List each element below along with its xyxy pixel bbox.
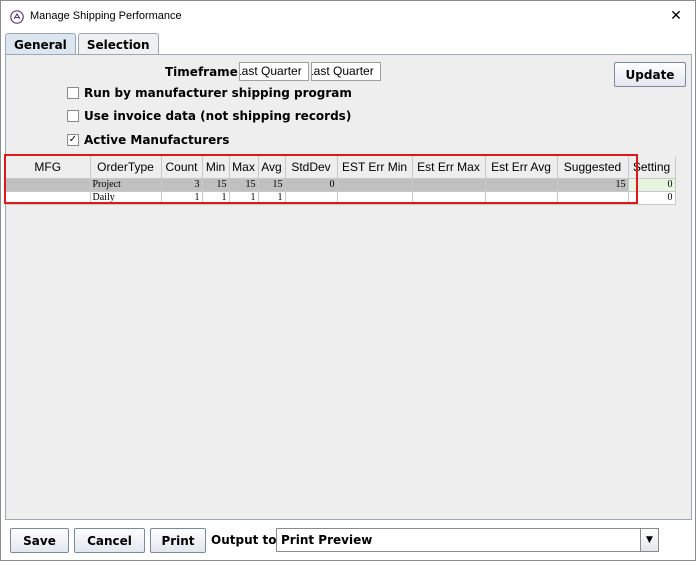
cell-mfg[interactable] [6,191,91,205]
checkbox[interactable] [67,110,79,122]
column-header-ordertype[interactable]: OrderType [90,156,162,179]
app-logo-icon [10,10,24,24]
cell-setting[interactable]: 0 [628,191,676,205]
column-header-mfg[interactable]: MFG [6,156,91,179]
cell-min[interactable]: 1 [202,191,230,205]
cell-est-err-min[interactable] [337,178,413,192]
column-header-suggested[interactable]: Suggested [557,156,629,179]
print-button[interactable]: Print [150,528,206,553]
column-header-est-err-avg[interactable]: Est Err Avg [485,156,558,179]
timeframe-end-field[interactable]: Last Quarter [311,62,381,81]
table-row[interactable]: Project 3 15 15 15 0 15 0 [6,178,676,192]
column-header-est-err-max[interactable]: Est Err Max [412,156,486,179]
option-run-by-mfg-program[interactable]: Run by manufacturer shipping program [67,84,352,102]
cell-stddev[interactable]: 0 [285,178,338,192]
update-button[interactable]: Update [614,62,686,87]
output-select-value: Print Preview [281,533,373,547]
cell-ordertype[interactable]: Project [90,178,162,192]
cell-mfg[interactable] [6,178,91,192]
window-title: Manage Shipping Performance [30,10,182,22]
column-header-avg[interactable]: Avg [258,156,286,179]
option-active-manufacturers[interactable]: ✓ Active Manufacturers [67,131,229,149]
cell-max[interactable]: 15 [229,178,259,192]
title-bar: Manage Shipping Performance ✕ [1,1,695,32]
cell-est-err-avg[interactable] [485,191,558,205]
cell-avg[interactable]: 15 [258,178,286,192]
option-use-invoice-data[interactable]: Use invoice data (not shipping records) [67,107,351,125]
bottom-toolbar: Save Cancel Print Output to: Print Previ… [1,521,695,561]
cell-est-err-max[interactable] [412,191,486,205]
checkbox[interactable] [67,87,79,99]
close-button[interactable]: ✕ [663,4,689,28]
cell-count[interactable]: 3 [161,178,203,192]
cell-min[interactable]: 15 [202,178,230,192]
cell-est-err-min[interactable] [337,191,413,205]
option-label: Run by manufacturer shipping program [84,86,352,100]
general-panel: Timeframe: Last Quarter Last Quarter Upd… [5,54,692,520]
cell-est-err-avg[interactable] [485,178,558,192]
cell-suggested[interactable]: 15 [557,178,629,192]
cell-max[interactable]: 1 [229,191,259,205]
checkbox-checked[interactable]: ✓ [67,134,79,146]
cell-avg[interactable]: 1 [258,191,286,205]
cell-suggested[interactable] [557,191,629,205]
option-label: Use invoice data (not shipping records) [84,109,352,123]
cell-count[interactable]: 1 [161,191,203,205]
timeframe-start-field[interactable]: Last Quarter [239,62,309,81]
option-label: Active Manufacturers [84,133,230,147]
cancel-button[interactable]: Cancel [74,528,145,553]
grid-header-row: MFG OrderType Count Min Max Avg StdDev E… [6,156,676,179]
column-header-est-err-min[interactable]: EST Err Min [337,156,413,179]
save-button[interactable]: Save [10,528,69,553]
column-header-count[interactable]: Count [161,156,203,179]
chevron-down-icon[interactable]: ▼ [640,529,658,551]
tab-general[interactable]: General [5,33,76,55]
column-header-setting[interactable]: Setting [628,156,676,179]
cell-setting[interactable]: 0 [628,178,676,192]
cell-est-err-max[interactable] [412,178,486,192]
cell-ordertype[interactable]: Daily [90,191,162,205]
dialog-window: Manage Shipping Performance ✕ General Se… [0,0,696,561]
column-header-max[interactable]: Max [229,156,259,179]
column-header-stddev[interactable]: StdDev [285,156,338,179]
timeframe-label: Timeframe: [165,65,243,79]
output-select[interactable]: Print Preview ▼ [276,528,659,552]
tab-bar: General Selection [5,33,161,55]
performance-grid: MFG OrderType Count Min Max Avg StdDev E… [6,156,687,205]
close-icon: ✕ [670,8,682,24]
column-header-min[interactable]: Min [202,156,230,179]
table-row[interactable]: Daily 1 1 1 1 0 [6,191,676,205]
tab-selection[interactable]: Selection [77,33,159,55]
cell-stddev[interactable] [285,191,338,205]
output-to-label: Output to: [211,533,282,547]
